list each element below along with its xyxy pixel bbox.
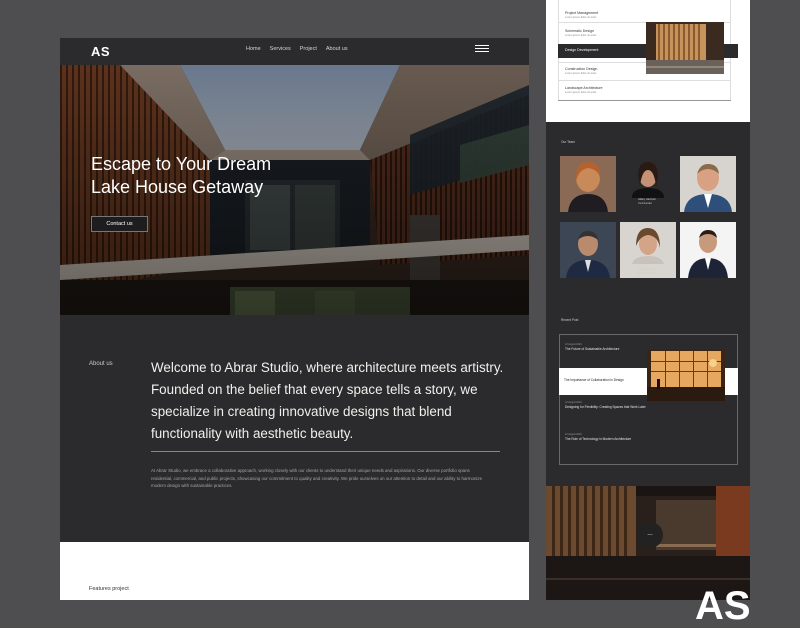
blog-post-image [647, 349, 725, 401]
blog-list: 12 August 2024 The Future of Sustainable… [559, 334, 738, 465]
team-label: Our Team [561, 140, 575, 144]
main-page-mockup: AS Home Services Project About us Escape… [60, 38, 529, 600]
hero-title: Escape to Your Dream Lake House Getaway [91, 153, 271, 199]
nav-link-services[interactable]: Services [270, 46, 291, 52]
service-item-title[interactable]: Schematic Design [565, 29, 594, 33]
nav-link-home[interactable]: Home [246, 46, 261, 52]
blog-label: Recent Post [561, 318, 579, 322]
blog-post-date: 12 August 2024 [565, 343, 582, 346]
about-heading: Welcome to Abrar Studio, where architect… [151, 360, 504, 441]
service-item-title[interactable]: Construction Design [565, 67, 597, 71]
menu-icon[interactable] [475, 45, 489, 55]
nav-link-about[interactable]: About us [326, 46, 348, 52]
blog-post[interactable]: 12 August 2024 The Role of Technology in… [565, 433, 665, 441]
divider [558, 80, 731, 81]
team-member-role: Senior Architect [638, 271, 657, 275]
blog-post-title: The Role of Technology in Modern Archite… [565, 437, 632, 441]
service-item-sub: Lorem ipsum dolor sit amet [565, 72, 597, 75]
about-label: About us [89, 361, 113, 367]
team-member-name: Ethan Ramirez [638, 268, 656, 271]
about-body-text: At Abrar Studio, we embrace a collaborat… [151, 468, 483, 488]
hero-section: Escape to Your Dream Lake House Getaway … [60, 65, 529, 315]
service-item-sub: Lorem ipsum dolor sit amet [565, 91, 597, 94]
about-section: About us Welcome to Abrar Studio, where … [60, 315, 529, 542]
featured-project-section: Features project [60, 542, 529, 600]
contact-us-button[interactable]: Contact us [91, 216, 148, 232]
featured-label: Features project [89, 586, 129, 592]
team-member-photo[interactable] [680, 222, 736, 278]
service-item-title[interactable]: Landscape Architecture [565, 86, 603, 90]
nav-link-project[interactable]: Project [300, 46, 317, 52]
team-member-name: Hillary Hatchett [638, 198, 656, 201]
footer-logo-letters: AS [695, 584, 751, 628]
nav-links: Home Services Project About us [246, 46, 348, 52]
play-button[interactable]: — [637, 522, 663, 548]
blog-post-date: 12 August 2024 [565, 433, 582, 436]
team-member-photo[interactable] [560, 222, 616, 278]
brand-logo[interactable]: AS [91, 44, 110, 59]
blog-post[interactable]: 12 August 2024 Designing for Flexibility… [565, 401, 665, 409]
blog-post-title: Designing for Flexibility: Creating Spac… [565, 405, 646, 409]
service-item-title: Design Development [565, 48, 599, 52]
service-item-title[interactable]: Project Management [565, 11, 598, 15]
divider [151, 451, 500, 452]
team-member-role: Co-Founder [638, 201, 652, 205]
top-navbar: AS Home Services Project About us [60, 38, 529, 65]
blog-post-date: 12 August 2024 [565, 401, 582, 404]
hero-title-line-2: Lake House Getaway [91, 177, 264, 197]
service-item-sub: Lorem ipsum dolor sit amet [565, 34, 597, 37]
hero-title-line-1: Escape to Your Dream [91, 154, 272, 174]
service-item-sub: Lorem ipsum dolor sit amet [565, 16, 597, 19]
team-member-photo[interactable] [560, 156, 616, 212]
team-blog-preview: Our Team Hillary Hatchett Co-Founder Eth… [546, 122, 750, 486]
divider [558, 100, 731, 101]
team-member-photo[interactable] [680, 156, 736, 212]
service-image [646, 22, 724, 74]
services-preview: Project Management Lorem ipsum dolor sit… [546, 0, 750, 122]
